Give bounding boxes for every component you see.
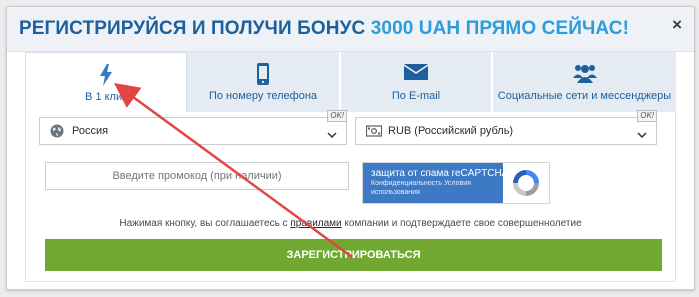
recaptcha-title: защита от спама reCAPTCHA xyxy=(371,168,509,179)
registration-tabs: В 1 клик По номеру телефона По E-mail Со… xyxy=(25,52,676,112)
smartphone-icon xyxy=(187,63,339,85)
close-icon[interactable]: × xyxy=(672,15,682,35)
lightning-icon xyxy=(26,64,186,86)
globe-icon xyxy=(50,124,64,143)
tab-one-click[interactable]: В 1 клик xyxy=(25,52,187,112)
currency-value: RUB (Российский рубль) xyxy=(388,125,514,137)
agreement-before: Нажимая кнопку, вы соглашаетесь с xyxy=(119,218,291,229)
agreement-text: Нажимая кнопку, вы соглашаетесь с правил… xyxy=(7,218,694,229)
country-select[interactable]: Россия OK! xyxy=(39,110,347,145)
tab-email[interactable]: По E-mail xyxy=(341,52,493,112)
ok-badge: OK! xyxy=(637,110,657,122)
recaptcha-logo-icon xyxy=(509,167,543,204)
tab-label: В 1 клик xyxy=(85,91,127,103)
tab-label: Социальные сети и мессенджеры xyxy=(497,90,672,102)
ok-badge: OK! xyxy=(327,110,347,122)
title-bonus: 3000 UAH ПРЯМО СЕЙЧАС! xyxy=(370,18,630,39)
tab-phone[interactable]: По номеру телефона xyxy=(187,52,341,112)
tab-label: По номеру телефона xyxy=(208,90,318,102)
country-value: Россия xyxy=(72,125,109,137)
chevron-down-icon xyxy=(637,126,647,144)
envelope-icon xyxy=(341,63,491,85)
agreement-after: компании и подтверждаете свое совершенно… xyxy=(341,218,582,229)
tab-label: По E-mail xyxy=(391,90,441,102)
rules-link[interactable]: правилами xyxy=(290,218,341,229)
title-main: РЕГИСТРИРУЙСЯ И ПОЛУЧИ БОНУС xyxy=(19,18,366,39)
register-button[interactable]: ЗАРЕГИСТРИРОВАТЬСЯ xyxy=(45,239,662,271)
recaptcha-widget[interactable]: защита от спама reCAPTCHA Конфиденциальн… xyxy=(362,162,550,204)
promo-code-input[interactable] xyxy=(45,162,349,190)
modal-title: РЕГИСТРИРУЙСЯ И ПОЛУЧИ БОНУС 3000 UAH ПР… xyxy=(19,18,629,40)
recaptcha-terms[interactable]: использования xyxy=(371,189,420,196)
users-icon xyxy=(493,63,676,85)
tab-social[interactable]: Социальные сети и мессенджеры xyxy=(493,52,676,112)
banknote-icon xyxy=(365,124,383,142)
chevron-down-icon xyxy=(327,126,337,144)
modal-header: РЕГИСТРИРУЙСЯ И ПОЛУЧИ БОНУС 3000 UAH ПР… xyxy=(7,7,694,52)
currency-select[interactable]: RUB (Российский рубль) OK! xyxy=(355,110,657,145)
registration-modal: РЕГИСТРИРУЙСЯ И ПОЛУЧИ БОНУС 3000 UAH ПР… xyxy=(6,6,695,290)
recaptcha-info: защита от спама reCAPTCHA Конфиденциальн… xyxy=(363,163,508,203)
recaptcha-links[interactable]: Конфиденциальность Условия xyxy=(371,180,471,187)
